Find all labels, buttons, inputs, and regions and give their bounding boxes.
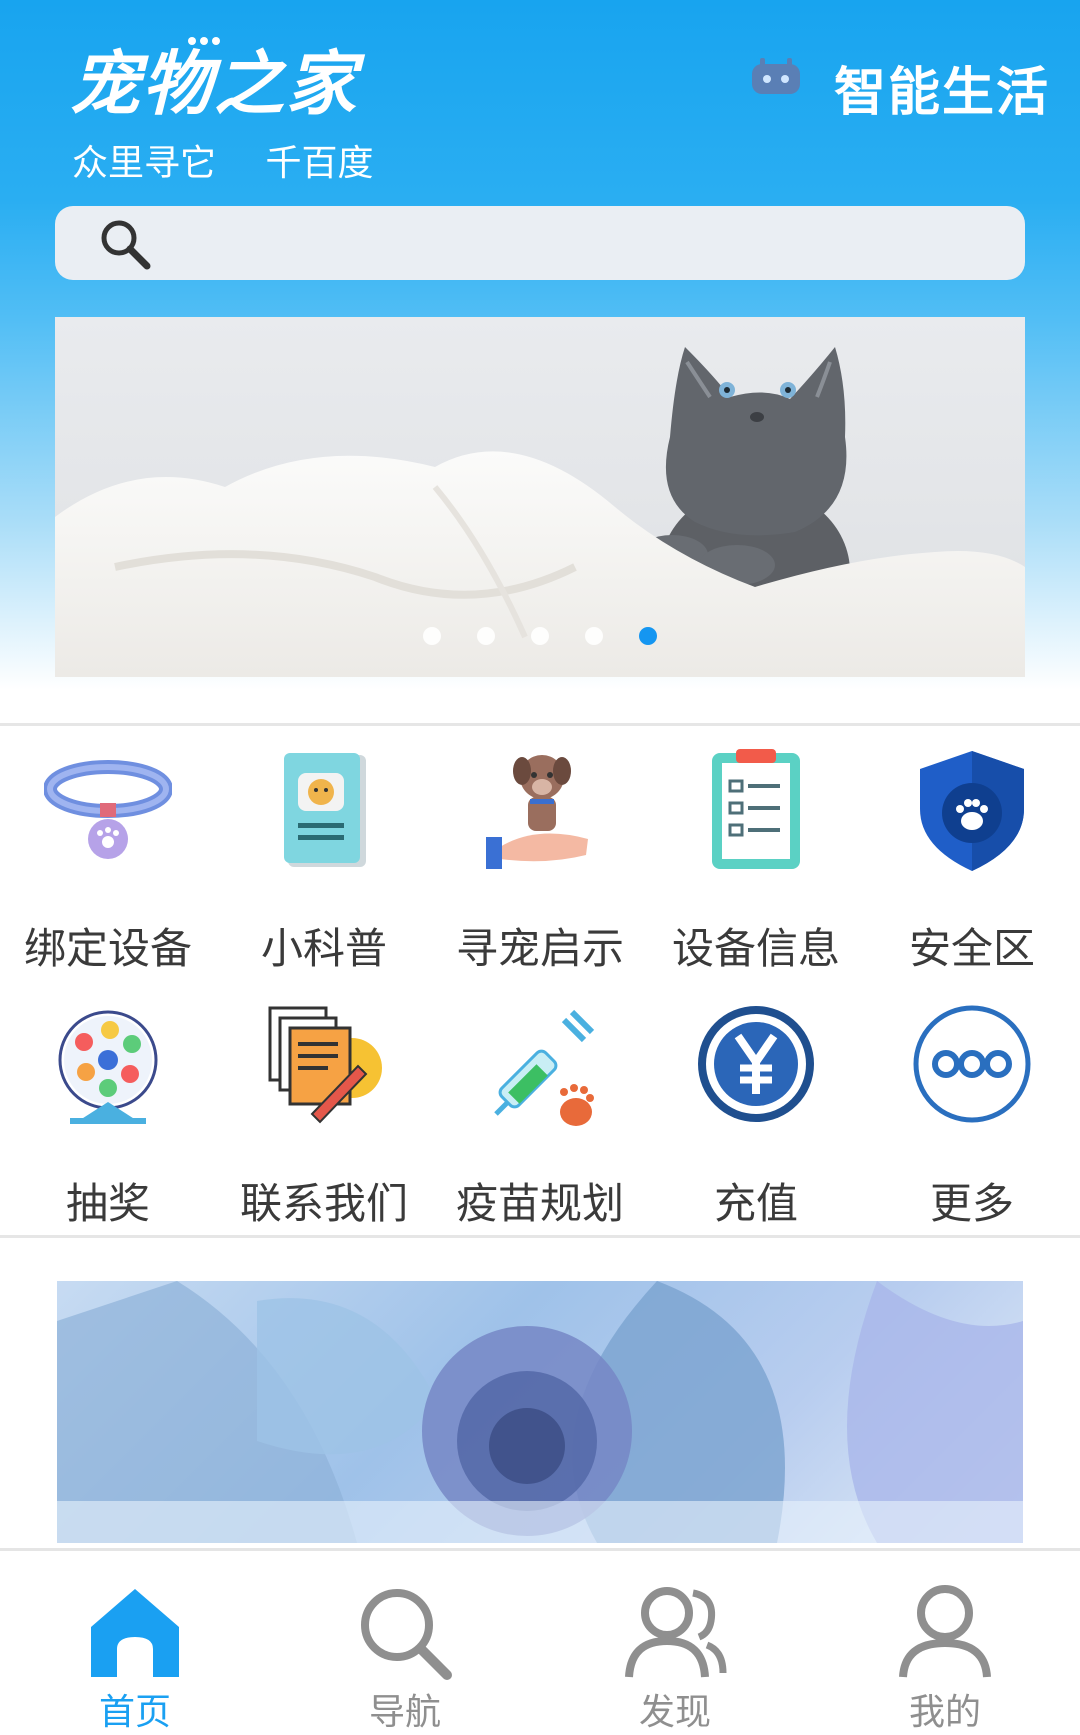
section-divider [0, 723, 1080, 726]
more-dots-icon [913, 1005, 1031, 1123]
clipboard-list-icon [712, 749, 800, 869]
bottom-navigation: 首页 导航 发现 我的 [0, 1548, 1080, 1733]
slogan-1: 众里寻它 [72, 143, 217, 184]
syringe-icon [494, 1009, 595, 1126]
carousel-dot[interactable] [477, 627, 495, 645]
search-icon [361, 1589, 452, 1680]
nav-item-navigation[interactable]: 导航 [270, 1551, 540, 1733]
cat-banner-image [55, 347, 1025, 677]
logo-paw-dots [188, 30, 224, 49]
documents-pen-icon [268, 1006, 382, 1124]
carousel-dot-active[interactable] [639, 627, 657, 645]
collar-icon [44, 760, 172, 859]
nav-label: 发现 [638, 1692, 711, 1733]
carousel-dot[interactable] [423, 627, 441, 645]
robot-icon[interactable] [748, 56, 804, 98]
section-divider [0, 1235, 1080, 1238]
carousel-dot[interactable] [531, 627, 549, 645]
grid-label: 充值 [713, 1179, 798, 1228]
carousel-dot[interactable] [585, 627, 603, 645]
grid-label: 设备信息 [671, 924, 840, 973]
grid-label: 寻宠启示 [455, 924, 624, 973]
user-icon [899, 1585, 991, 1678]
grid-label: 小科普 [260, 924, 387, 973]
search-icon [101, 220, 151, 270]
grid-label: 安全区 [908, 924, 1035, 973]
smart-life-link[interactable]: 智能生活 [834, 50, 1050, 125]
grid-item-pet-science[interactable]: 小科普 [216, 745, 432, 975]
slogans: 众里寻它 千百度 [72, 134, 411, 186]
dog-in-hand-icon [486, 755, 588, 869]
nav-item-discover[interactable]: 发现 [540, 1551, 810, 1733]
grid-label: 疫苗规划 [455, 1179, 624, 1228]
search-input[interactable] [55, 206, 1025, 280]
promo-banner[interactable] [57, 1281, 1023, 1543]
carousel-banner[interactable] [55, 317, 1025, 677]
nav-item-home[interactable]: 首页 [0, 1551, 270, 1733]
users-icon [625, 1587, 727, 1678]
grid-item-vaccine-plan[interactable]: 疫苗规划 [432, 1000, 648, 1230]
grid-item-contact-us[interactable]: 联系我们 [216, 1000, 432, 1230]
slogan-2: 千百度 [265, 143, 374, 184]
flower-banner-image [57, 1281, 1023, 1543]
grid-item-recharge[interactable]: 充值 [648, 1000, 864, 1230]
pet-book-icon [284, 753, 366, 867]
grid-item-bind-device[interactable]: 绑定设备 [0, 745, 216, 975]
nav-label: 首页 [98, 1692, 171, 1733]
grid-label: 联系我们 [239, 1179, 408, 1228]
shield-paw-icon [920, 751, 1024, 871]
grid-item-lottery[interactable]: 抽奖 [0, 1000, 216, 1230]
grid-label: 更多 [929, 1179, 1014, 1228]
yuan-coin-icon [698, 1006, 814, 1122]
grid-item-more[interactable]: 更多 [864, 1000, 1080, 1230]
grid-item-device-info[interactable]: 设备信息 [648, 745, 864, 975]
nav-label: 导航 [368, 1692, 441, 1733]
grid-label: 绑定设备 [23, 924, 192, 973]
nav-item-mine[interactable]: 我的 [810, 1551, 1080, 1733]
carousel-indicators [0, 627, 1080, 647]
grid-item-safe-zone[interactable]: 安全区 [864, 745, 1080, 975]
lottery-wheel-icon [58, 1010, 158, 1124]
home-icon [91, 1589, 179, 1677]
grid-item-lost-pet-notice[interactable]: 寻宠启示 [432, 745, 648, 975]
nav-label: 我的 [908, 1692, 981, 1733]
grid-label: 抽奖 [65, 1179, 150, 1228]
